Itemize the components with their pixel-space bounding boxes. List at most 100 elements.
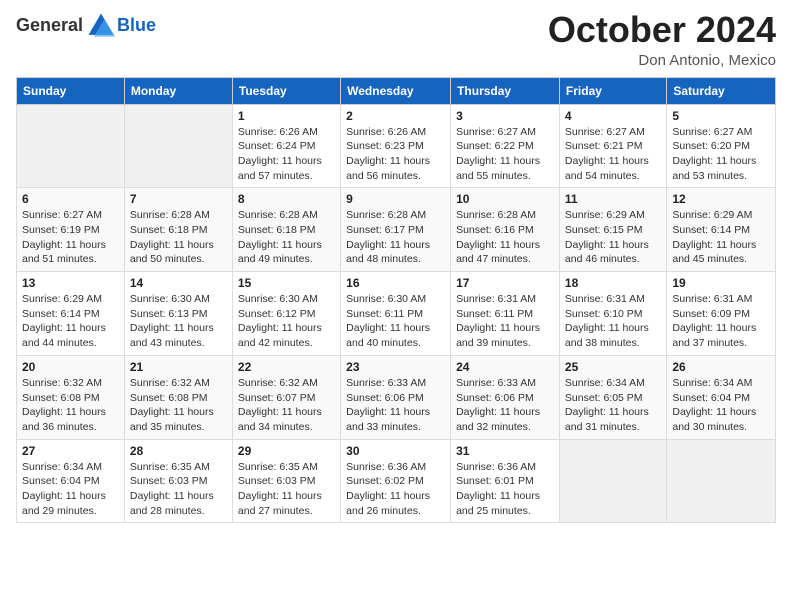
sunrise-text: Sunrise: 6:36 AM: [456, 460, 554, 475]
day-number: 17: [456, 276, 554, 290]
day-detail: Sunrise: 6:26 AMSunset: 6:23 PMDaylight:…: [346, 125, 445, 184]
day-detail: Sunrise: 6:30 AMSunset: 6:12 PMDaylight:…: [238, 292, 335, 351]
sunrise-text: Sunrise: 6:34 AM: [22, 460, 119, 475]
table-row: [559, 439, 666, 523]
sunrise-text: Sunrise: 6:29 AM: [22, 292, 119, 307]
page: General Blue October 2024 Don Antonio, M…: [0, 0, 792, 612]
daylight-text: Daylight: 11 hours and 46 minutes.: [565, 238, 661, 267]
day-number: 12: [672, 192, 770, 206]
day-number: 28: [130, 444, 227, 458]
day-detail: Sunrise: 6:29 AMSunset: 6:14 PMDaylight:…: [22, 292, 119, 351]
daylight-text: Daylight: 11 hours and 53 minutes.: [672, 154, 770, 183]
day-detail: Sunrise: 6:35 AMSunset: 6:03 PMDaylight:…: [130, 460, 227, 519]
daylight-text: Daylight: 11 hours and 54 minutes.: [565, 154, 661, 183]
daylight-text: Daylight: 11 hours and 38 minutes.: [565, 321, 661, 350]
table-row: 28 Sunrise: 6:35 AMSunset: 6:03 PMDayligh…: [124, 439, 232, 523]
daylight-text: Daylight: 11 hours and 40 minutes.: [346, 321, 445, 350]
day-number: 30: [346, 444, 445, 458]
table-row: 4 Sunrise: 6:27 AMSunset: 6:21 PMDaylight…: [559, 104, 666, 188]
day-number: 10: [456, 192, 554, 206]
day-number: 19: [672, 276, 770, 290]
table-row: 31Sunrise: 6:36 AMSunset: 6:01 PMDayligh…: [451, 439, 560, 523]
sunrise-text: Sunrise: 6:28 AM: [130, 208, 227, 223]
sunrise-text: Sunrise: 6:36 AM: [346, 460, 445, 475]
day-number: 4: [565, 109, 661, 123]
col-tuesday: Tuesday: [232, 77, 340, 104]
calendar-week-row: 1Sunrise: 6:26 AMSunset: 6:24 PMDaylight…: [17, 104, 776, 188]
sunrise-text: Sunrise: 6:31 AM: [672, 292, 770, 307]
daylight-text: Daylight: 11 hours and 35 minutes.: [130, 405, 227, 434]
day-detail: Sunrise: 6:27 AMSunset: 6:21 PMDaylight:…: [565, 125, 661, 184]
col-friday: Friday: [559, 77, 666, 104]
day-number: 11: [565, 192, 661, 206]
table-row: [17, 104, 125, 188]
sunset-text: Sunset: 6:20 PM: [672, 139, 770, 154]
table-row: [124, 104, 232, 188]
day-detail: Sunrise: 6:34 AMSunset: 6:05 PMDaylight:…: [565, 376, 661, 435]
sunset-text: Sunset: 6:17 PM: [346, 223, 445, 238]
sunset-text: Sunset: 6:19 PM: [22, 223, 119, 238]
sunrise-text: Sunrise: 6:28 AM: [346, 208, 445, 223]
table-row: 16Sunrise: 6:30 AMSunset: 6:11 PMDayligh…: [341, 272, 451, 356]
table-row: [667, 439, 776, 523]
day-detail: Sunrise: 6:28 AMSunset: 6:18 PMDaylight:…: [238, 208, 335, 267]
daylight-text: Daylight: 11 hours and 55 minutes.: [456, 154, 554, 183]
sunset-text: Sunset: 6:12 PM: [238, 307, 335, 322]
day-detail: Sunrise: 6:27 AMSunset: 6:19 PMDaylight:…: [22, 208, 119, 267]
sunset-text: Sunset: 6:04 PM: [22, 474, 119, 489]
table-row: 18Sunrise: 6:31 AMSunset: 6:10 PMDayligh…: [559, 272, 666, 356]
day-number: 1: [238, 109, 335, 123]
table-row: 15Sunrise: 6:30 AMSunset: 6:12 PMDayligh…: [232, 272, 340, 356]
daylight-text: Daylight: 11 hours and 57 minutes.: [238, 154, 335, 183]
day-detail: Sunrise: 6:29 AMSunset: 6:15 PMDaylight:…: [565, 208, 661, 267]
day-detail: Sunrise: 6:27 AMSunset: 6:20 PMDaylight:…: [672, 125, 770, 184]
daylight-text: Daylight: 11 hours and 30 minutes.: [672, 405, 770, 434]
day-detail: Sunrise: 6:27 AMSunset: 6:22 PMDaylight:…: [456, 125, 554, 184]
table-row: 12Sunrise: 6:29 AMSunset: 6:14 PMDayligh…: [667, 188, 776, 272]
sunset-text: Sunset: 6:04 PM: [672, 391, 770, 406]
logo-general: General: [16, 16, 83, 36]
table-row: 20Sunrise: 6:32 AMSunset: 6:08 PMDayligh…: [17, 355, 125, 439]
daylight-text: Daylight: 11 hours and 50 minutes.: [130, 238, 227, 267]
daylight-text: Daylight: 11 hours and 47 minutes.: [456, 238, 554, 267]
table-row: 19Sunrise: 6:31 AMSunset: 6:09 PMDayligh…: [667, 272, 776, 356]
calendar-week-row: 20Sunrise: 6:32 AMSunset: 6:08 PMDayligh…: [17, 355, 776, 439]
sunset-text: Sunset: 6:06 PM: [456, 391, 554, 406]
daylight-text: Daylight: 11 hours and 27 minutes.: [238, 489, 335, 518]
col-thursday: Thursday: [451, 77, 560, 104]
daylight-text: Daylight: 11 hours and 49 minutes.: [238, 238, 335, 267]
table-row: 2Sunrise: 6:26 AMSunset: 6:23 PMDaylight…: [341, 104, 451, 188]
logo-area: General Blue: [16, 10, 156, 42]
daylight-text: Daylight: 11 hours and 42 minutes.: [238, 321, 335, 350]
logo-blue: Blue: [117, 16, 156, 36]
sunrise-text: Sunrise: 6:27 AM: [672, 125, 770, 140]
table-row: 7Sunrise: 6:28 AMSunset: 6:18 PMDaylight…: [124, 188, 232, 272]
sunset-text: Sunset: 6:23 PM: [346, 139, 445, 154]
calendar-week-row: 6Sunrise: 6:27 AMSunset: 6:19 PMDaylight…: [17, 188, 776, 272]
sunrise-text: Sunrise: 6:26 AM: [238, 125, 335, 140]
table-row: 14Sunrise: 6:30 AMSunset: 6:13 PMDayligh…: [124, 272, 232, 356]
day-number: 31: [456, 444, 554, 458]
sunrise-text: Sunrise: 6:26 AM: [346, 125, 445, 140]
day-number: 7: [130, 192, 227, 206]
calendar-table: Sunday Monday Tuesday Wednesday Thursday…: [16, 77, 776, 524]
sunset-text: Sunset: 6:11 PM: [456, 307, 554, 322]
day-detail: Sunrise: 6:35 AMSunset: 6:03 PMDaylight:…: [238, 460, 335, 519]
sunrise-text: Sunrise: 6:35 AM: [238, 460, 335, 475]
sunrise-text: Sunrise: 6:32 AM: [22, 376, 119, 391]
table-row: 3Sunrise: 6:27 AMSunset: 6:22 PMDaylight…: [451, 104, 560, 188]
sunset-text: Sunset: 6:22 PM: [456, 139, 554, 154]
table-row: 9Sunrise: 6:28 AMSunset: 6:17 PMDaylight…: [341, 188, 451, 272]
sunrise-text: Sunrise: 6:28 AM: [456, 208, 554, 223]
sunset-text: Sunset: 6:21 PM: [565, 139, 661, 154]
table-row: 8Sunrise: 6:28 AMSunset: 6:18 PMDaylight…: [232, 188, 340, 272]
table-row: 10Sunrise: 6:28 AMSunset: 6:16 PMDayligh…: [451, 188, 560, 272]
day-number: 13: [22, 276, 119, 290]
col-saturday: Saturday: [667, 77, 776, 104]
sunset-text: Sunset: 6:14 PM: [22, 307, 119, 322]
day-number: 29: [238, 444, 335, 458]
location: Don Antonio, Mexico: [548, 52, 776, 69]
sunrise-text: Sunrise: 6:30 AM: [238, 292, 335, 307]
sunset-text: Sunset: 6:02 PM: [346, 474, 445, 489]
day-number: 18: [565, 276, 661, 290]
